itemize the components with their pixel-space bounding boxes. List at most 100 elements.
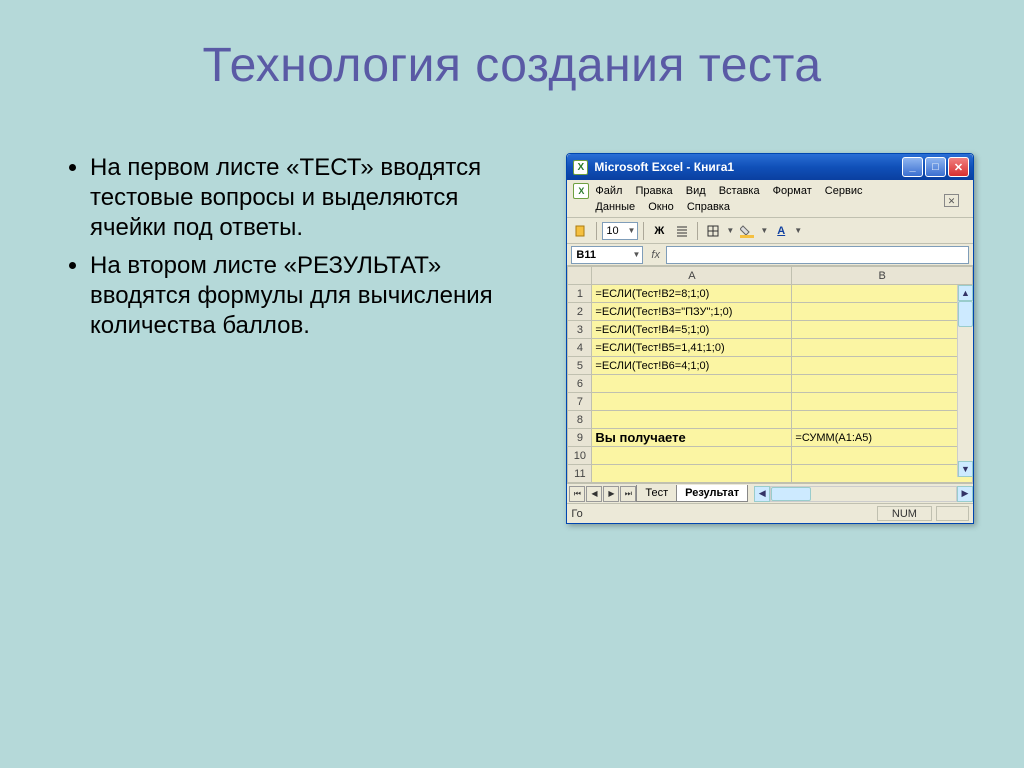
cell[interactable] — [592, 465, 792, 483]
font-size-value: 10 — [606, 225, 618, 237]
dropdown-icon[interactable]: ▼ — [760, 226, 768, 235]
table-row: 5=ЕСЛИ(Тест!B6=4;1;0) — [568, 357, 973, 375]
tab-nav-next-icon[interactable]: ▶ — [603, 486, 619, 502]
minimize-button[interactable]: _ — [902, 157, 923, 177]
row-header[interactable]: 2 — [568, 303, 592, 321]
table-row: 11 — [568, 465, 973, 483]
row-header[interactable]: 1 — [568, 285, 592, 303]
window-title: Microsoft Excel - Книга1 — [594, 160, 902, 174]
scroll-thumb[interactable] — [771, 487, 811, 501]
cell[interactable] — [592, 375, 792, 393]
table-row: 6 — [568, 375, 973, 393]
vertical-scrollbar[interactable]: ▲ ▼ — [957, 285, 973, 477]
window-titlebar[interactable]: X Microsoft Excel - Книга1 _ □ ✕ — [567, 154, 973, 180]
fill-color-button[interactable] — [737, 221, 757, 241]
select-all-corner[interactable] — [568, 267, 592, 285]
scroll-down-icon[interactable]: ▼ — [958, 461, 973, 477]
column-header[interactable]: A — [592, 267, 792, 285]
cell[interactable] — [792, 357, 973, 375]
tab-nav-first-icon[interactable]: ⏮ — [569, 486, 585, 502]
menu-edit[interactable]: Правка — [636, 185, 673, 197]
fx-icon[interactable]: fx — [651, 249, 660, 261]
row-header[interactable]: 10 — [568, 447, 592, 465]
formatting-toolbar: 10 ▼ Ж ▼ ▼ A ▼ — [567, 218, 973, 244]
menu-data[interactable]: Данные — [595, 201, 635, 213]
status-bar: Го NUM — [567, 503, 973, 523]
toolbar-divider — [697, 222, 698, 240]
menu-insert[interactable]: Вставка — [719, 185, 760, 197]
borders-button[interactable] — [703, 221, 723, 241]
row-header[interactable]: 7 — [568, 393, 592, 411]
cell[interactable] — [792, 393, 973, 411]
font-size-selector[interactable]: 10 ▼ — [602, 222, 638, 240]
row-header[interactable]: 3 — [568, 321, 592, 339]
cell[interactable] — [792, 303, 973, 321]
row-header[interactable]: 9 — [568, 429, 592, 447]
cell[interactable] — [792, 447, 973, 465]
align-button[interactable] — [672, 221, 692, 241]
cell[interactable]: Вы получаете — [592, 429, 792, 447]
format-painter-icon[interactable] — [571, 221, 591, 241]
row-header[interactable]: 11 — [568, 465, 592, 483]
cell[interactable]: =СУММ(A1:A5) — [792, 429, 973, 447]
sheet-tab-bar: ⏮ ◀ ▶ ⏭ Тест Результат ◀ ▶ — [567, 483, 973, 503]
menu-help[interactable]: Справка — [687, 201, 730, 213]
close-button[interactable]: ✕ — [948, 157, 969, 177]
menu-bar: X Файл Правка Вид Вставка Формат Сервис … — [567, 180, 973, 218]
horizontal-scrollbar[interactable]: ◀ ▶ — [754, 486, 973, 502]
cell[interactable] — [792, 465, 973, 483]
cell[interactable] — [792, 411, 973, 429]
sheet-tab-test[interactable]: Тест — [636, 485, 677, 502]
cell[interactable]: =ЕСЛИ(Тест!B5=1,41;1;0) — [592, 339, 792, 357]
cell[interactable]: =ЕСЛИ(Тест!B6=4;1;0) — [592, 357, 792, 375]
menu-window[interactable]: Окно — [648, 201, 674, 213]
bullet-item: На втором листе «РЕЗУЛЬТАТ» вводятся фор… — [90, 251, 536, 341]
scroll-up-icon[interactable]: ▲ — [958, 285, 973, 301]
font-color-button[interactable]: A — [771, 221, 791, 241]
sheet-tab-result[interactable]: Результат — [676, 485, 748, 502]
dropdown-icon[interactable]: ▼ — [794, 226, 802, 235]
row-header[interactable]: 4 — [568, 339, 592, 357]
table-row: 8 — [568, 411, 973, 429]
menu-service[interactable]: Сервис — [825, 185, 863, 197]
cell[interactable]: =ЕСЛИ(Тест!B2=8;1;0) — [592, 285, 792, 303]
maximize-button[interactable]: □ — [925, 157, 946, 177]
row-header[interactable]: 8 — [568, 411, 592, 429]
dropdown-icon[interactable]: ▼ — [726, 226, 734, 235]
tab-nav-last-icon[interactable]: ⏭ — [620, 486, 636, 502]
column-header[interactable]: B — [792, 267, 973, 285]
formula-bar: B11 ▼ fx — [567, 244, 973, 266]
scroll-left-icon[interactable]: ◀ — [754, 486, 770, 502]
table-row: 4=ЕСЛИ(Тест!B5=1,41;1;0) — [568, 339, 973, 357]
status-mode: Го — [571, 508, 582, 520]
bold-button[interactable]: Ж — [649, 221, 669, 241]
workbook-close-button[interactable]: ✕ — [944, 194, 959, 207]
cell[interactable] — [792, 375, 973, 393]
bullet-list: На первом листе «ТЕСТ» вводятся тестовые… — [60, 153, 536, 349]
row-header[interactable]: 6 — [568, 375, 592, 393]
menu-view[interactable]: Вид — [686, 185, 706, 197]
tab-nav-prev-icon[interactable]: ◀ — [586, 486, 602, 502]
cell[interactable]: =ЕСЛИ(Тест!B4=5;1;0) — [592, 321, 792, 339]
bullet-item: На первом листе «ТЕСТ» вводятся тестовые… — [90, 153, 536, 243]
table-row: 9Вы получаете=СУММ(A1:A5) — [568, 429, 973, 447]
cell[interactable]: =ЕСЛИ(Тест!B3="ПЗУ";1;0) — [592, 303, 792, 321]
table-row: 7 — [568, 393, 973, 411]
scroll-thumb[interactable] — [958, 301, 973, 327]
table-row: 10 — [568, 447, 973, 465]
cell[interactable] — [592, 411, 792, 429]
cell[interactable] — [792, 339, 973, 357]
excel-window: X Microsoft Excel - Книга1 _ □ ✕ X Файл … — [566, 153, 974, 524]
toolbar-divider — [643, 222, 644, 240]
formula-input[interactable] — [666, 246, 969, 264]
menu-file[interactable]: Файл — [595, 185, 622, 197]
dropdown-icon: ▼ — [627, 226, 637, 235]
cell[interactable] — [792, 321, 973, 339]
cell[interactable] — [792, 285, 973, 303]
menu-format[interactable]: Формат — [773, 185, 812, 197]
name-box[interactable]: B11 ▼ — [571, 246, 643, 264]
row-header[interactable]: 5 — [568, 357, 592, 375]
cell[interactable] — [592, 393, 792, 411]
scroll-right-icon[interactable]: ▶ — [957, 486, 973, 502]
cell[interactable] — [592, 447, 792, 465]
